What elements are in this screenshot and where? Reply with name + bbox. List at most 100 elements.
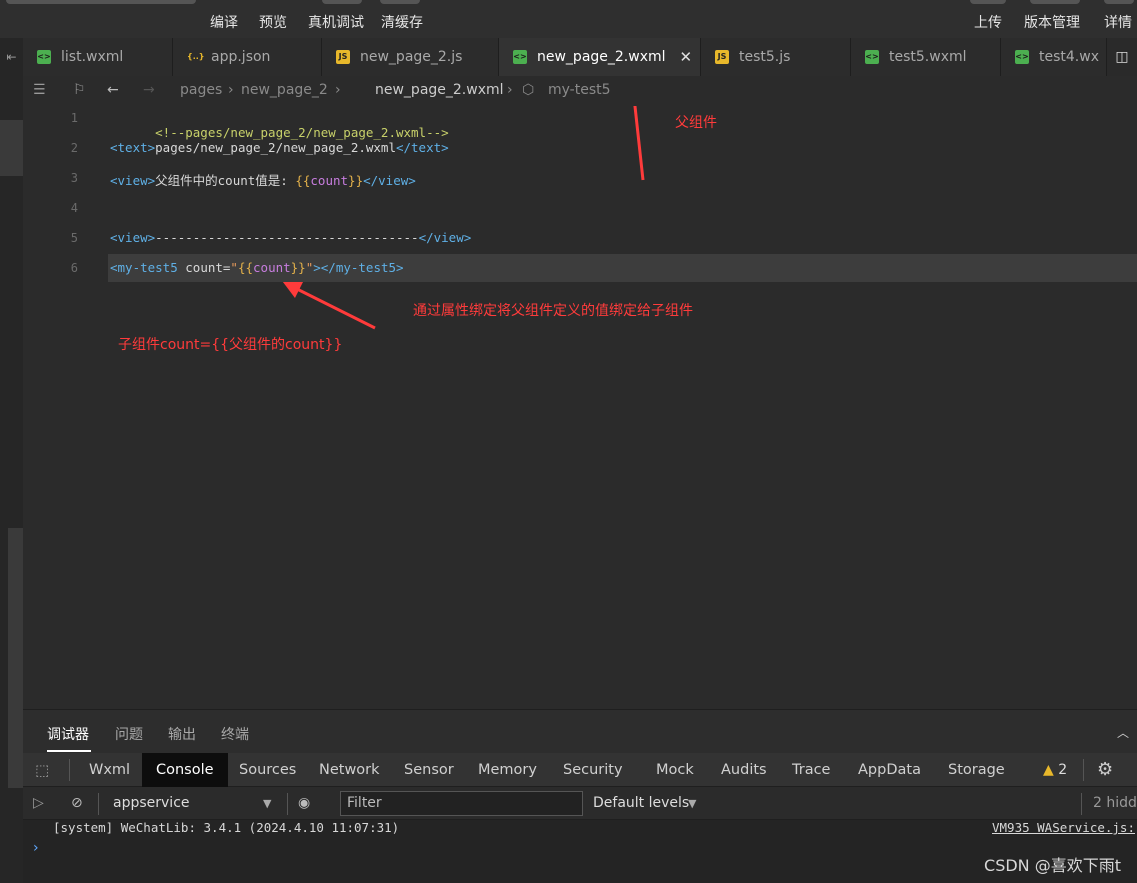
- sidebar-block: [0, 120, 23, 176]
- context-select[interactable]: appservice: [113, 795, 190, 811]
- tab-label: test5.js: [739, 49, 791, 65]
- tab-trace[interactable]: Trace: [792, 753, 830, 787]
- divider: [1083, 759, 1084, 781]
- split-editor-icon[interactable]: ◫: [1107, 38, 1137, 76]
- arrow-to-binding: [282, 281, 376, 330]
- breadcrumb-pages[interactable]: pages: [180, 82, 222, 98]
- devtools-tab-bar: ⬚ Wxml Console Sources Network Sensor Me…: [23, 753, 1137, 787]
- tab-sensor[interactable]: Sensor: [404, 753, 454, 787]
- divider: [287, 793, 288, 815]
- toolbar-pill: [6, 0, 196, 4]
- tab-scroll-left-icon[interactable]: ⇤: [0, 38, 23, 76]
- tab-security[interactable]: Security: [563, 753, 623, 787]
- tab-sources[interactable]: Sources: [239, 753, 296, 787]
- tab-label: list.wxml: [61, 49, 124, 65]
- hidden-count: 2 hidd: [1093, 795, 1137, 811]
- warnings-count: 2: [1058, 762, 1068, 778]
- divider: [98, 793, 99, 815]
- toolbar-pill: [1104, 0, 1134, 4]
- forward-arrow-icon[interactable]: →: [143, 82, 155, 98]
- tab-test4-wxml[interactable]: <> test4.wx: [1001, 38, 1107, 76]
- tab-mock[interactable]: Mock: [656, 753, 694, 787]
- toolbar-pill: [970, 0, 1006, 4]
- tab-test5-wxml[interactable]: <> test5.wxml: [851, 38, 1001, 76]
- tab-output[interactable]: 输出: [168, 724, 196, 744]
- sidebar-scrollbar[interactable]: [8, 528, 23, 788]
- dropdown-arrow-icon[interactable]: ▼: [263, 797, 271, 810]
- version-management-button[interactable]: 版本管理: [1024, 12, 1080, 32]
- console-log-line: [system] WeChatLib: 3.4.1 (2024.4.10 11:…: [53, 820, 400, 835]
- tab-label: app.json: [211, 49, 271, 65]
- tab-terminal[interactable]: 终端: [221, 724, 249, 744]
- preview-button[interactable]: 预览: [259, 12, 287, 32]
- breadcrumb-new-page-2[interactable]: new_page_2: [241, 82, 328, 98]
- console-toolbar: ▷ ⊘ appservice ▼ ◉ Filter Default levels…: [23, 787, 1137, 820]
- top-toolbar: 编译 预览 真机调试 清缓存 上传 版本管理 详情: [0, 0, 1137, 38]
- debug-panel-tabs: 调试器 问题 输出 终端 ︿: [23, 709, 1137, 753]
- log-levels-select[interactable]: Default levels: [593, 795, 689, 811]
- dropdown-arrow-icon[interactable]: ▼: [688, 797, 696, 810]
- chevron-up-icon[interactable]: ︿: [1117, 724, 1129, 741]
- toolbar-pill: [1030, 0, 1080, 4]
- left-sidebar-strip: [0, 38, 23, 883]
- tab-console[interactable]: Console: [142, 753, 228, 787]
- tab-label: new_page_2.js: [360, 49, 463, 65]
- warnings-badge[interactable]: ▲ 2: [1043, 753, 1067, 787]
- console-prompt-icon[interactable]: ›: [33, 840, 39, 856]
- log-source-link[interactable]: VM935 WAService.js:: [992, 820, 1135, 835]
- editor-tab-bar: <> list.wxml {..} app.json JS new_page_2…: [23, 38, 1137, 76]
- chevron-right-icon: ›: [228, 82, 234, 98]
- upload-button[interactable]: 上传: [974, 12, 1002, 32]
- tab-app-json[interactable]: {..} app.json: [173, 38, 322, 76]
- tab-label: test5.wxml: [889, 49, 967, 65]
- breadcrumb-component[interactable]: my-test5: [548, 82, 611, 98]
- tab-appdata[interactable]: AppData: [858, 753, 921, 787]
- tab-storage[interactable]: Storage: [948, 753, 1005, 787]
- code-editor[interactable]: 1 2 3 4 5 6 <!--pages/new_page_2/new_pag…: [23, 106, 1137, 709]
- breadcrumb: ☰ ⚐ ← → pages › new_page_2 › new_page_2.…: [23, 76, 1137, 106]
- tab-network[interactable]: Network: [319, 753, 380, 787]
- annotation-arrows: [282, 106, 645, 330]
- eye-icon[interactable]: ◉: [298, 795, 310, 811]
- wxml-file-icon: <>: [1015, 50, 1029, 64]
- watermark: CSDN @喜欢下雨t: [984, 856, 1121, 875]
- chevron-right-icon: ›: [507, 82, 513, 98]
- json-file-icon: {..}: [187, 52, 205, 61]
- devtools-window: 编译 预览 真机调试 清缓存 上传 版本管理 详情 ⇤ <> list.wxml…: [0, 0, 1137, 883]
- tab-wxml[interactable]: Wxml: [89, 753, 130, 787]
- clear-cache-button[interactable]: 清缓存: [381, 12, 423, 32]
- sidebar-toggle-icon[interactable]: ▷: [33, 795, 44, 811]
- wxml-file-icon: <>: [513, 50, 527, 64]
- tab-test5-js[interactable]: JS test5.js: [701, 38, 851, 76]
- filter-input[interactable]: Filter: [340, 791, 583, 816]
- breadcrumb-file[interactable]: new_page_2.wxml: [375, 82, 504, 98]
- toolbar-pill: [322, 0, 362, 4]
- tab-new-page-2-wxml[interactable]: <> new_page_2.wxml ✕: [499, 38, 701, 76]
- tab-audits[interactable]: Audits: [721, 753, 767, 787]
- warning-icon: ▲: [1043, 762, 1054, 778]
- tab-debugger[interactable]: 调试器: [47, 724, 89, 744]
- outline-list-icon[interactable]: ☰: [33, 82, 46, 98]
- component-cube-icon: ⬡: [522, 82, 535, 98]
- divider: [69, 759, 70, 781]
- arrow-to-tab: [633, 106, 645, 181]
- tab-memory[interactable]: Memory: [478, 753, 537, 787]
- chevron-right-icon: ›: [335, 82, 341, 98]
- tab-list-wxml[interactable]: <> list.wxml: [23, 38, 173, 76]
- back-arrow-icon[interactable]: ←: [107, 82, 119, 98]
- close-icon[interactable]: ✕: [680, 48, 693, 66]
- details-button[interactable]: 详情: [1104, 12, 1132, 32]
- gear-icon[interactable]: ⚙: [1097, 753, 1113, 787]
- compile-button[interactable]: 编译: [210, 12, 238, 32]
- js-file-icon: JS: [336, 50, 350, 64]
- remote-debug-button[interactable]: 真机调试: [308, 12, 364, 32]
- toolbar-pill: [380, 0, 420, 4]
- inspect-element-icon[interactable]: ⬚: [35, 761, 53, 779]
- bookmark-icon[interactable]: ⚐: [73, 82, 86, 98]
- clear-console-icon[interactable]: ⊘: [71, 795, 83, 811]
- console-output[interactable]: [system] WeChatLib: 3.4.1 (2024.4.10 11:…: [23, 820, 1137, 883]
- tab-problems[interactable]: 问题: [115, 724, 143, 744]
- tab-new-page-2-js[interactable]: JS new_page_2.js: [322, 38, 499, 76]
- wxml-file-icon: <>: [37, 50, 51, 64]
- divider: [1081, 793, 1082, 815]
